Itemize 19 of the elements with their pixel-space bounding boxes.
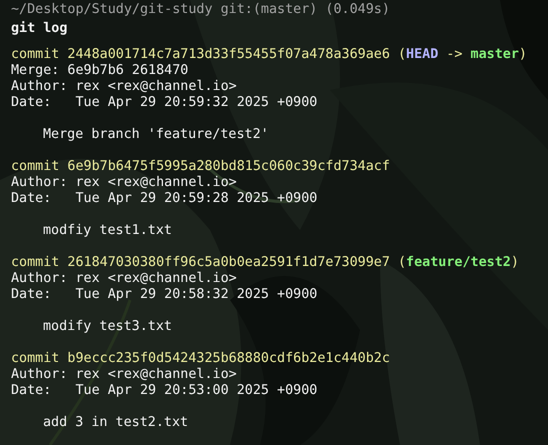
commit-line: commit 2448a001714c7a713d33f55455f07a478a369ae6 (HEAD -> master) bbox=[11, 47, 527, 63]
commit-message: Merge branch 'feature/test2' bbox=[42, 127, 269, 143]
header-line: Merge: 6e9b7b6 2618470 bbox=[11, 63, 188, 79]
commit-message: modfiy test1.txt bbox=[42, 223, 172, 239]
header-line: Date: Tue Apr 29 20:59:28 2025 +0900 bbox=[11, 191, 318, 207]
header-line: Date: Tue Apr 29 20:59:32 2025 +0900 bbox=[11, 95, 318, 111]
commit-message: add 3 in test2.txt bbox=[42, 415, 188, 431]
header-line: Author: rex <rex@channel.io> bbox=[11, 79, 237, 95]
prompt-text: ~/Desktop/Study/git-study git:(master) (0.049s) bbox=[11, 2, 390, 18]
header-line: Author: rex <rex@channel.io> bbox=[11, 175, 237, 191]
header-line: Author: rex <rex@channel.io> bbox=[11, 271, 237, 287]
commit-line: commit b9eccc235f0d5424325b68880cdf6b2e1c440b2c bbox=[11, 351, 390, 367]
commit-message: modify test3.txt bbox=[42, 319, 172, 335]
commit-line: commit 6e9b7b6475f5995a280bd815c060c39cfd734acf bbox=[11, 159, 390, 175]
header-line: Date: Tue Apr 29 20:53:00 2025 +0900 bbox=[11, 383, 318, 399]
header-line: Author: rex <rex@channel.io> bbox=[11, 367, 237, 383]
commit-line: commit 261847030380ff96c5a0b0ea2591f1d7e73099e7 (feature/test2) bbox=[11, 255, 519, 271]
command-text: git log bbox=[11, 21, 68, 37]
header-line: Date: Tue Apr 29 20:58:32 2025 +0900 bbox=[11, 287, 318, 303]
